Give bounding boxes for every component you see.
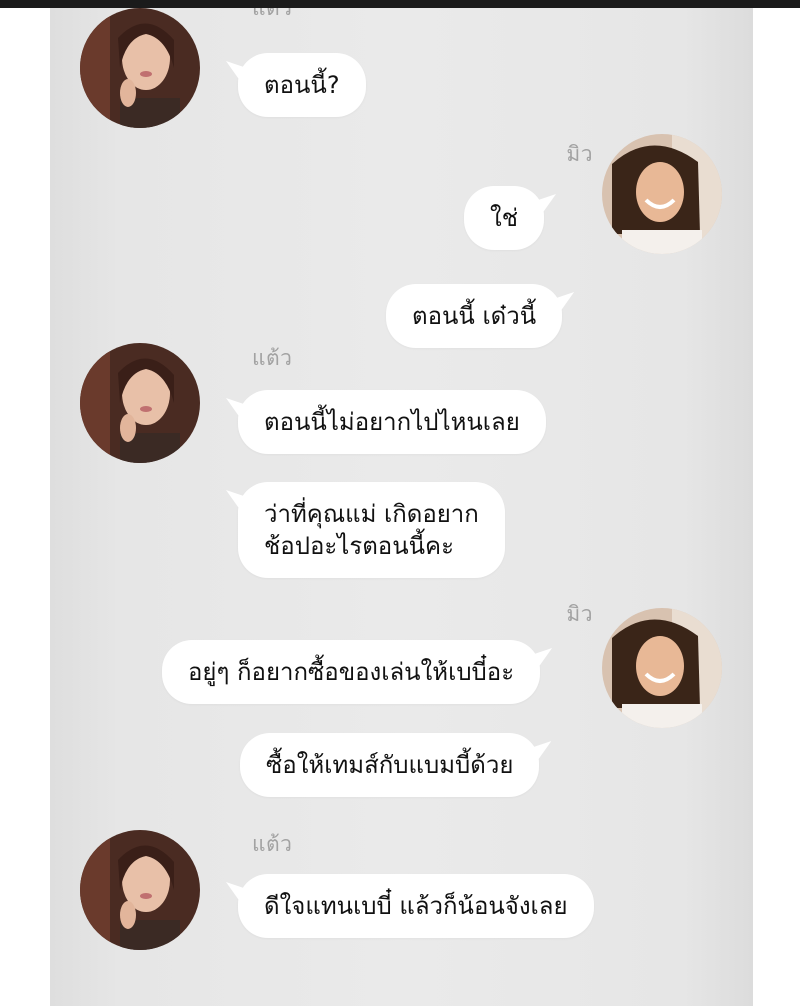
message-text-5-line-1: ว่าที่คุณแม่ เกิดอยาก (264, 500, 479, 528)
message-text-2: ใช่ (490, 204, 519, 232)
top-status-bar (0, 0, 800, 8)
sender-name-miu: มิว (566, 142, 593, 166)
message-bubble-5[interactable]: ว่าที่คุณแม่ เกิดอยาก ช้อปอะไรตอนนี้คะ (238, 482, 505, 578)
message-text-8: ดีใจแทนเบบี๋ แล้วก็น้อนจังเลย (264, 892, 568, 920)
message-bubble-6[interactable]: อยู่ๆ ก็อยากซื้อของเล่นให้เบบี๋อะ (162, 640, 541, 704)
message-text-6: อยู่ๆ ก็อยากซื้อของเล่นให้เบบี๋อะ (188, 658, 515, 686)
smiling-woman-portrait-avatar-icon (602, 608, 722, 728)
woman-portrait-avatar-icon (80, 830, 200, 950)
message-bubble-2[interactable]: ใช่ (464, 186, 545, 250)
message-text-1: ตอนนี้? (264, 71, 340, 99)
message-bubble-7[interactable]: ซื้อให้เทมส์กับแบมบี้ด้วย (240, 733, 540, 797)
avatar-left[interactable] (80, 8, 200, 128)
sender-name-taew: แต้ว (252, 346, 293, 370)
sender-name-top-partial: แต้ว (252, 8, 293, 20)
avatar-left[interactable] (80, 343, 200, 463)
message-text-3: ตอนนี้ เด๋วนี้ (412, 302, 537, 330)
message-bubble-8[interactable]: ดีใจแทนเบบี๋ แล้วก็น้อนจังเลย (238, 874, 594, 938)
avatar-right[interactable] (602, 608, 722, 728)
message-text-4: ตอนนี้ไม่อยากไปไหนเลย (264, 408, 520, 436)
woman-portrait-avatar-icon (80, 8, 200, 128)
message-text-5-line-2: ช้อปอะไรตอนนี้คะ (264, 532, 454, 560)
message-bubble-3[interactable]: ตอนนี้ เด๋วนี้ (386, 284, 563, 348)
sender-name-taew: แต้ว (252, 832, 293, 856)
sender-name-miu: มิว (566, 602, 593, 626)
message-bubble-1[interactable]: ตอนนี้? (238, 53, 366, 117)
smiling-woman-portrait-avatar-icon (602, 134, 722, 254)
avatar-left[interactable] (80, 830, 200, 950)
avatar-right[interactable] (602, 134, 722, 254)
message-text-7: ซื้อให้เทมส์กับแบมบี้ด้วย (266, 751, 514, 779)
chat-panel[interactable]: แต้ว ตอนนี้? มิว ใช่ ตอนนี้ เด๋วนี้ แต้ว… (50, 8, 753, 1006)
woman-portrait-avatar-icon (80, 343, 200, 463)
message-bubble-4[interactable]: ตอนนี้ไม่อยากไปไหนเลย (238, 390, 546, 454)
